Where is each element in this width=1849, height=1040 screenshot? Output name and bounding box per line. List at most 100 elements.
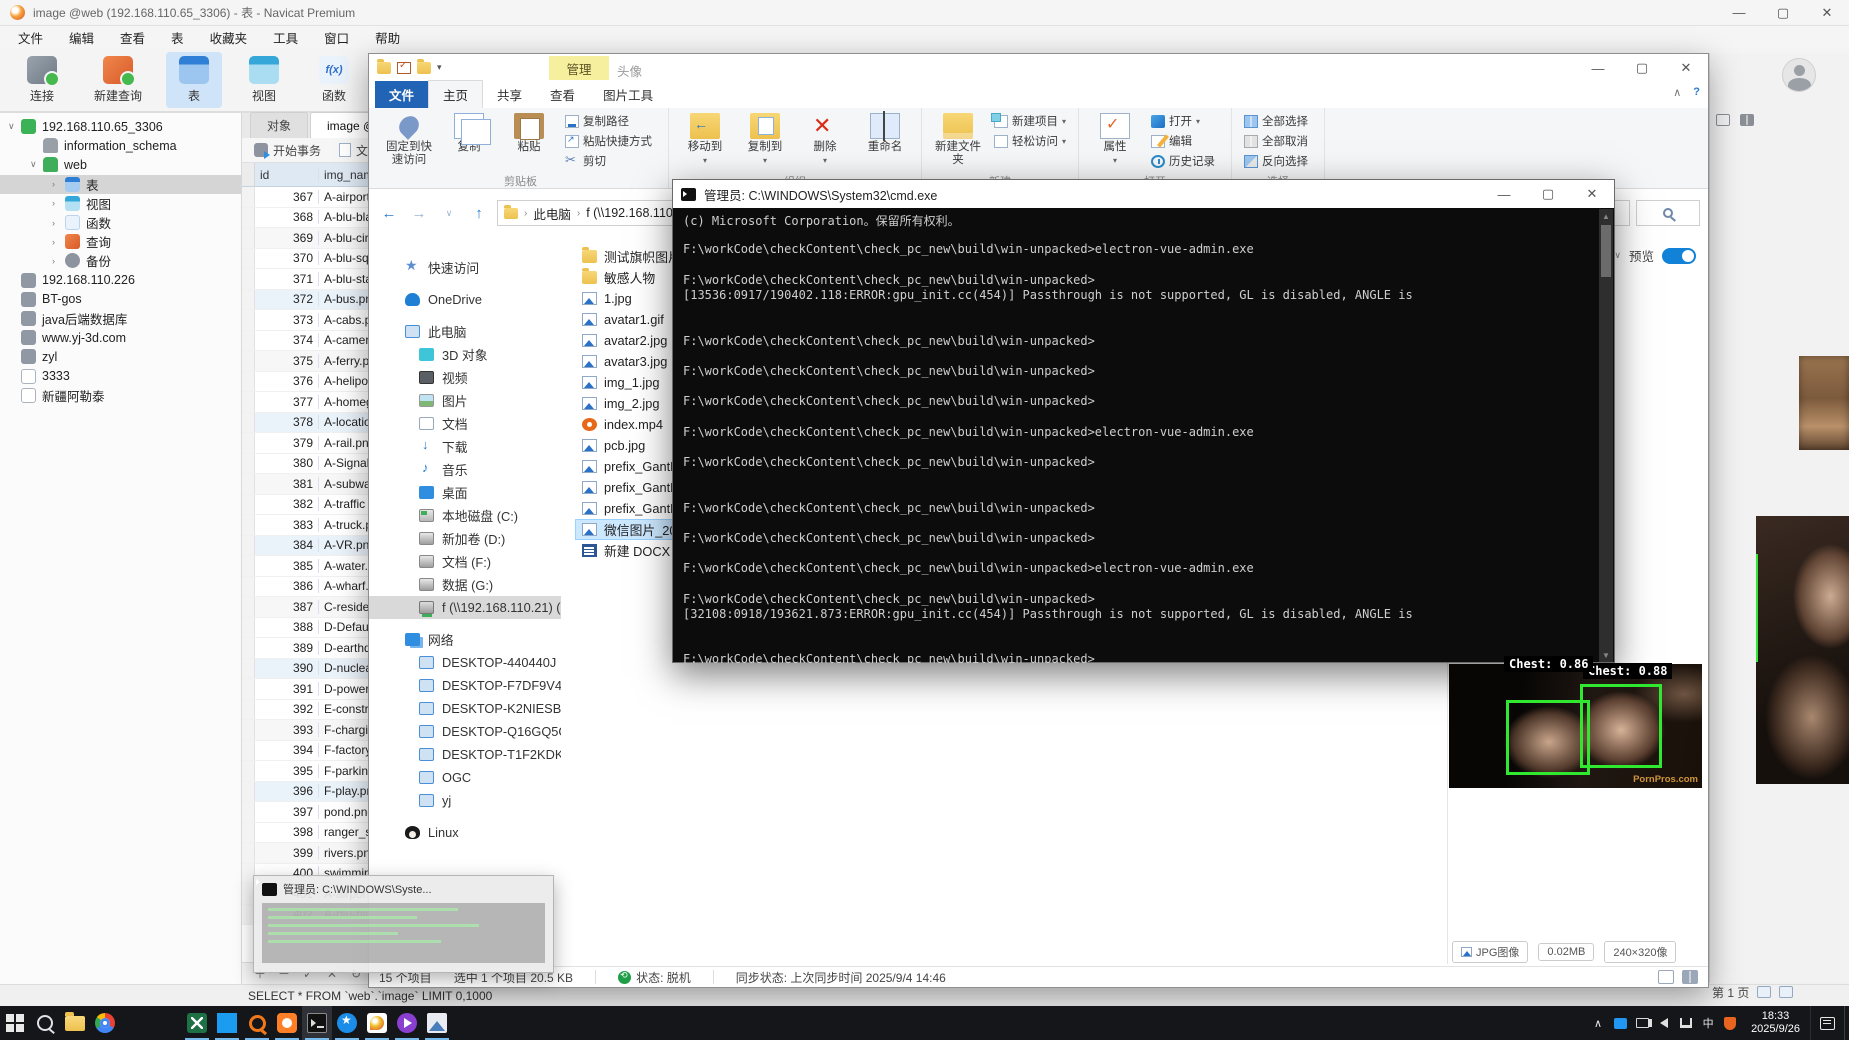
ribbon-button[interactable]: 复制 <box>441 111 497 171</box>
sidebar-item[interactable]: 快速访问 <box>369 256 561 279</box>
expander-icon[interactable]: › <box>52 218 65 228</box>
user-avatar-icon[interactable] <box>1782 58 1816 92</box>
help-icon[interactable]: ? <box>1693 86 1700 99</box>
collapse-ribbon-icon[interactable]: ∧ <box>1673 86 1681 99</box>
toolbar-button[interactable]: 视图 <box>236 52 292 108</box>
menu-item[interactable]: 表 <box>159 26 196 49</box>
taskbar-blue-app-icon[interactable] <box>332 1006 362 1040</box>
ribbon-button[interactable]: 历史记录 <box>1147 151 1223 171</box>
ribbon-button[interactable]: 剪切 <box>561 151 660 171</box>
panel-grid-icon[interactable] <box>1740 114 1754 126</box>
ribbon-button[interactable]: 新建项目 ▾ <box>990 111 1070 131</box>
list-item[interactable]: prefix_GantM <box>575 456 688 477</box>
taskbar-vscode-icon[interactable] <box>212 1006 242 1040</box>
toolbar-button[interactable]: 表 <box>166 52 222 108</box>
network-icon[interactable] <box>1675 1006 1697 1040</box>
sidebar-item[interactable]: 网络 <box>369 628 561 651</box>
sidebar-item[interactable]: OneDrive <box>369 288 561 311</box>
page-view-icon-2[interactable] <box>1779 986 1793 998</box>
scroll-up-icon[interactable]: ▲ <box>1599 209 1613 223</box>
preview-toggle-switch[interactable] <box>1662 248 1696 264</box>
sidebar-item[interactable]: 图片 <box>369 389 561 412</box>
show-desktop-button[interactable] <box>1844 1006 1849 1040</box>
menu-item[interactable]: 工具 <box>261 26 310 49</box>
sidebar-item[interactable]: 此电脑 <box>369 320 561 343</box>
ribbon-button[interactable]: 固定到快速访问 <box>381 111 437 171</box>
taskbar-clock[interactable]: 18:33 2025/9/26 <box>1741 1006 1810 1040</box>
taskbar-player-icon[interactable] <box>392 1006 422 1040</box>
sidebar-item[interactable]: DESKTOP-F7DF9V4 <box>369 674 561 697</box>
new-folder-shortcut-icon[interactable] <box>417 62 431 74</box>
list-item[interactable]: img_2.jpg <box>575 393 667 414</box>
minimize-icon[interactable]: — <box>1576 54 1620 82</box>
sidebar-item[interactable]: DESKTOP-440440J <box>369 651 561 674</box>
tree-item[interactable]: 新疆阿勒泰 <box>0 386 241 405</box>
close-icon[interactable]: ✕ <box>1664 54 1708 82</box>
sidebar-item[interactable]: DESKTOP-T1F2KDK <box>369 743 561 766</box>
ribbon-button[interactable]: 全部取消 <box>1240 131 1316 151</box>
expander-icon[interactable]: › <box>52 198 65 208</box>
ribbon-tab[interactable]: 共享 <box>483 81 536 108</box>
sidebar-item[interactable]: 下载 <box>369 435 561 458</box>
taskbar-cmd-icon[interactable] <box>302 1006 332 1040</box>
toolbar-button[interactable]: 函数 <box>306 52 362 108</box>
recent-locations-icon[interactable]: ∨ <box>437 201 461 225</box>
sidebar-item[interactable]: 文档 (F:) <box>369 550 561 573</box>
list-item[interactable]: img_1.jpg <box>575 372 667 393</box>
list-item[interactable]: pcb.jpg <box>575 435 652 456</box>
tree-item[interactable]: BT-gos <box>0 290 241 309</box>
column-header-id[interactable]: id <box>255 168 319 182</box>
ribbon-button[interactable]: 复制路径 <box>561 111 660 131</box>
breadcrumb-this-pc[interactable]: 此电脑 <box>533 204 571 223</box>
tree-item[interactable]: › 视图 <box>0 194 241 213</box>
list-item[interactable]: prefix_GantM <box>575 498 688 519</box>
taskbar-search-icon[interactable] <box>30 1006 60 1040</box>
expander-icon[interactable]: › <box>52 237 65 247</box>
file-type-badge[interactable]: JPG图像 <box>1452 941 1528 963</box>
ribbon-button[interactable]: 编辑 <box>1147 131 1223 151</box>
tray-expand-icon[interactable]: ∧ <box>1587 1006 1609 1040</box>
chevron-down-icon[interactable]: ∨ <box>1614 250 1621 261</box>
ribbon-button[interactable]: 属性 ▾ <box>1087 111 1143 171</box>
tree-item[interactable]: information_schema <box>0 136 241 155</box>
tree-item[interactable]: java后端数据库 <box>0 309 241 328</box>
list-item[interactable]: 1.jpg <box>575 288 639 309</box>
manage-ribbon-label[interactable]: 管理 <box>549 56 609 80</box>
list-item[interactable]: avatar3.jpg <box>575 351 674 372</box>
list-item[interactable]: 测试旗帜图片 <box>575 246 688 267</box>
taskbar-chrome-icon[interactable] <box>90 1006 120 1040</box>
ribbon-button[interactable]: 粘贴 <box>501 111 557 171</box>
menu-item[interactable]: 帮助 <box>363 26 412 49</box>
toolbar-button[interactable]: 连接 <box>14 52 70 108</box>
close-icon[interactable]: ✕ <box>1570 180 1614 208</box>
tree-item[interactable]: 3333 <box>0 366 241 385</box>
menu-item[interactable]: 文件 <box>6 26 55 49</box>
back-icon[interactable]: ← <box>377 201 401 225</box>
sidebar-item[interactable]: OGC <box>369 766 561 789</box>
properties-shortcut-icon[interactable] <box>397 62 411 74</box>
forward-icon[interactable]: → <box>407 201 431 225</box>
sidebar-item[interactable]: f (\\192.168.110.21) (Z:) <box>369 596 561 619</box>
list-item[interactable]: avatar1.gif <box>575 309 671 330</box>
list-item[interactable]: 敏感人物 <box>575 267 662 288</box>
list-item[interactable]: index.mp4 <box>575 414 670 435</box>
sidebar-item[interactable]: 3D 对象 <box>369 343 561 366</box>
expander-icon[interactable]: › <box>52 256 65 266</box>
sidebar-item[interactable]: DESKTOP-Q16GQ5G <box>369 720 561 743</box>
sidebar-item[interactable]: 新加卷 (D:) <box>369 527 561 550</box>
sidebar-item[interactable]: yj <box>369 789 561 812</box>
search-input[interactable] <box>1636 200 1700 226</box>
ribbon-tab[interactable]: 主页 <box>428 80 483 108</box>
tree-item[interactable]: › 函数 <box>0 213 241 232</box>
close-icon[interactable]: ✕ <box>1805 0 1849 25</box>
maximize-icon[interactable]: ▢ <box>1620 54 1664 82</box>
sidebar-item[interactable]: 视频 <box>369 366 561 389</box>
panel-view-icon[interactable] <box>1716 114 1730 126</box>
ribbon-button[interactable]: 反向选择 <box>1240 151 1316 171</box>
toolbar-button[interactable]: 新建查询 <box>84 52 152 108</box>
menu-item[interactable]: 窗口 <box>312 26 361 49</box>
minimize-icon[interactable]: — <box>1482 180 1526 208</box>
ribbon-button[interactable]: 重命名 <box>857 111 913 171</box>
menu-item[interactable]: 收藏夹 <box>198 26 260 49</box>
thumbnails-view-icon[interactable] <box>1682 970 1698 984</box>
